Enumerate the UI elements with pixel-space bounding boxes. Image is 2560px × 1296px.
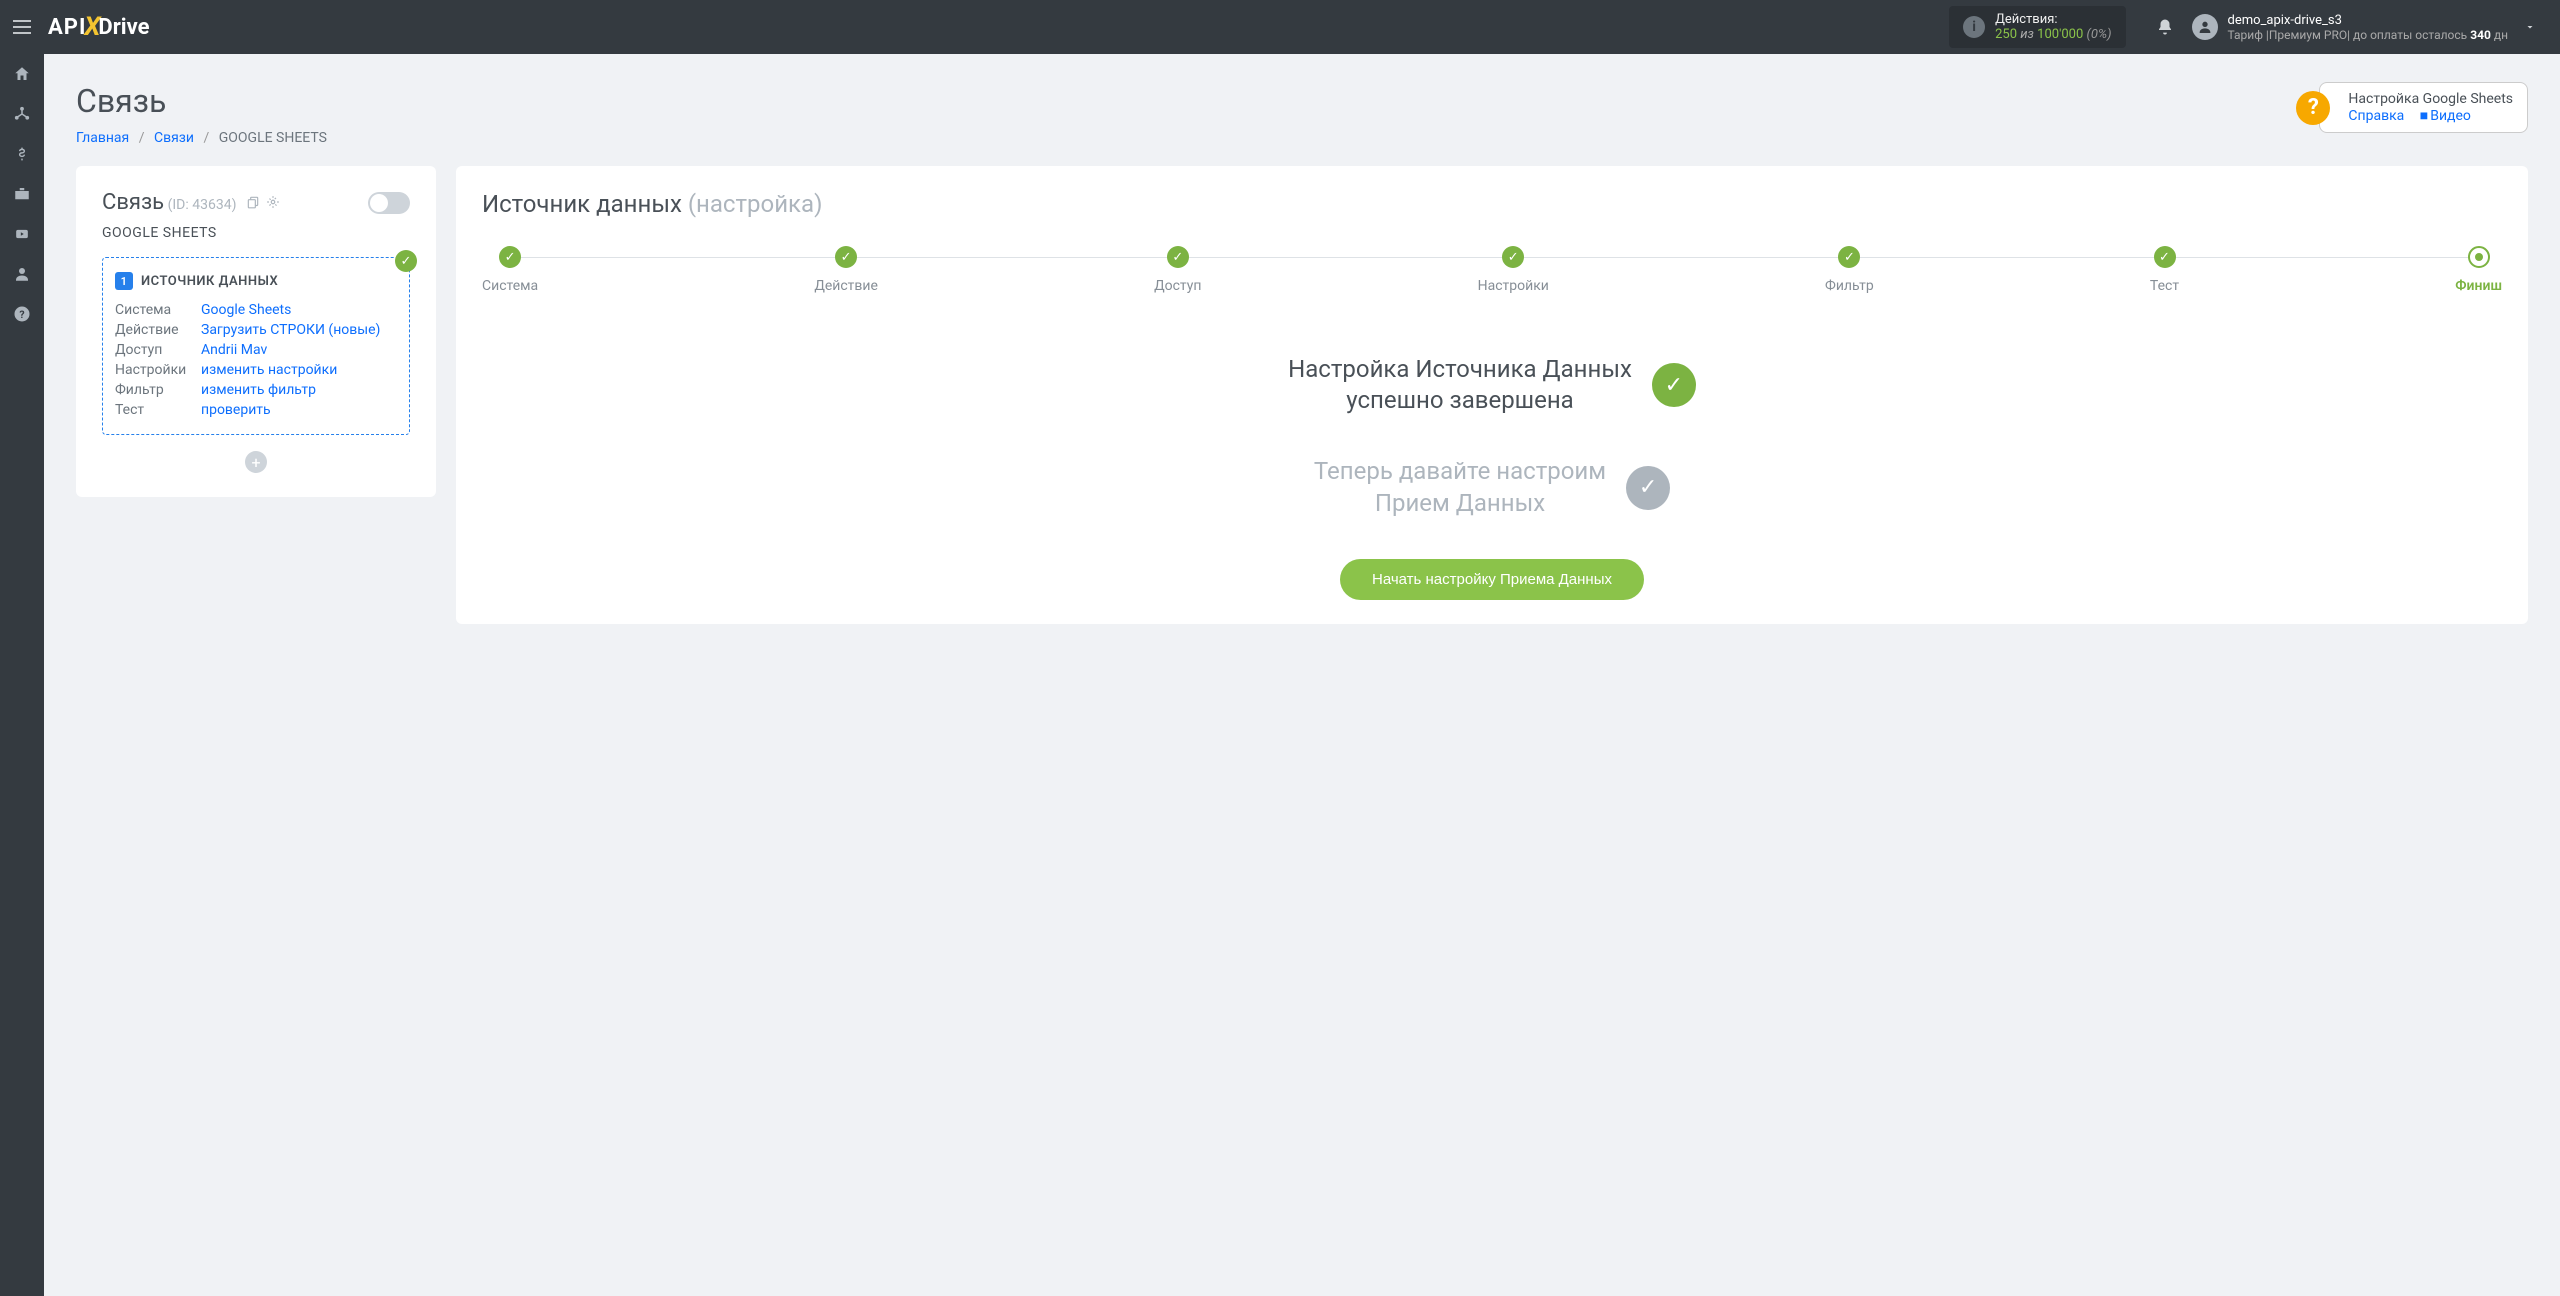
sidebar-home-icon[interactable] [0,54,44,94]
source-config-title: Источник данных (настройка) [482,190,2502,218]
info-icon: i [1963,16,1985,38]
actions-used: 250 [1995,27,2017,42]
check-pending-icon: ✓ [1626,466,1670,510]
step-filter[interactable]: ✓Фильтр [1825,246,1874,294]
bell-icon[interactable] [2156,18,2174,36]
sidebar-user-icon[interactable] [0,254,44,294]
step-access[interactable]: ✓Доступ [1154,246,1201,294]
source-action-link[interactable]: Загрузить СТРОКИ (новые) [201,322,380,338]
user-menu[interactable]: demo_apix-drive_s3 Тариф |Премиум PRO| д… [2192,13,2560,42]
add-button[interactable]: + [245,451,267,473]
page-title: Связь [76,82,327,120]
main: Связь Главная / Связи / GOOGLE SHEETS ? … [44,54,2560,652]
source-test-link[interactable]: проверить [201,402,271,418]
hamburger-menu[interactable] [0,0,44,54]
logo[interactable]: API X Drive [48,12,149,42]
source-filter-link[interactable]: изменить фильтр [201,382,316,398]
step-test[interactable]: ✓Тест [2150,246,2179,294]
logo-api: API [48,15,86,40]
step-finish[interactable]: Финиш [2455,246,2502,294]
source-access-link[interactable]: Andrii Mav [201,342,267,358]
source-title: ИСТОЧНИК ДАННЫХ [141,274,278,289]
check-success-icon: ✓ [1652,363,1696,407]
avatar-icon [2192,14,2218,40]
connection-card: Связь (ID: 43634) GOOGLE SHEETS ✓ 1 ИС [76,166,436,497]
help-video-link[interactable]: ■Видео [2420,108,2471,124]
source-system-link[interactable]: Google Sheets [201,302,291,318]
stepper: ✓Система ✓Действие ✓Доступ ✓Настройки ✓Ф… [482,246,2502,294]
sidebar: ? [0,54,44,1296]
badge-1-icon: 1 [115,272,133,290]
user-tariff: Тариф |Премиум PRO| до оплаты осталось 3… [2228,28,2508,42]
source-config-card: Источник данных (настройка) ✓Система ✓Де… [456,166,2528,624]
actions-pct: (0%) [2087,27,2112,42]
actions-counter[interactable]: i Действия: 250 из 100'000 (0%) [1949,6,2125,48]
connection-id: (ID: 43634) [168,197,237,213]
actions-sep: из [2020,27,2034,42]
source-box: ✓ 1 ИСТОЧНИК ДАННЫХ СистемаGoogle Sheets… [102,257,410,435]
start-receive-button[interactable]: Начать настройку Приема Данных [1340,559,1644,600]
help-box: ? Настройка Google Sheets Справка ■Видео [2319,82,2528,133]
user-name: demo_apix-drive_s3 [2228,13,2508,28]
video-cam-icon: ■ [2420,108,2428,124]
help-title: Настройка Google Sheets [2348,91,2513,107]
sidebar-help-icon[interactable]: ? [0,294,44,334]
breadcrumb-connections[interactable]: Связи [154,130,194,146]
finish-success-text: Настройка Источника Данных успешно завер… [1288,354,1632,416]
breadcrumb-current: GOOGLE SHEETS [219,130,327,146]
connection-toggle[interactable] [368,192,410,214]
connection-title: Связь [102,190,164,215]
step-settings[interactable]: ✓Настройки [1478,246,1549,294]
copy-icon[interactable] [246,195,260,209]
source-settings-link[interactable]: изменить настройки [201,362,337,378]
sidebar-billing-icon[interactable] [0,134,44,174]
connection-subtitle: GOOGLE SHEETS [102,225,410,241]
actions-label: Действия: [1995,12,2111,27]
gear-icon[interactable] [266,195,280,209]
chevron-down-icon [2524,21,2536,33]
logo-drive: Drive [98,15,149,40]
source-check-icon: ✓ [395,250,417,272]
sidebar-briefcase-icon[interactable] [0,174,44,214]
breadcrumb: Главная / Связи / GOOGLE SHEETS [76,130,327,146]
step-action[interactable]: ✓Действие [814,246,878,294]
svg-text:?: ? [19,308,24,321]
help-question-icon[interactable]: ? [2296,91,2330,125]
help-ref-link[interactable]: Справка [2348,108,2404,124]
step-system[interactable]: ✓Система [482,246,538,294]
sidebar-connections-icon[interactable] [0,94,44,134]
breadcrumb-home[interactable]: Главная [76,130,129,146]
actions-total: 100'000 [2037,27,2083,42]
header: API X Drive i Действия: 250 из 100'000 (… [0,0,2560,54]
sidebar-video-icon[interactable] [0,214,44,254]
finish-next-text: Теперь давайте настроим Прием Данных [1314,456,1606,518]
